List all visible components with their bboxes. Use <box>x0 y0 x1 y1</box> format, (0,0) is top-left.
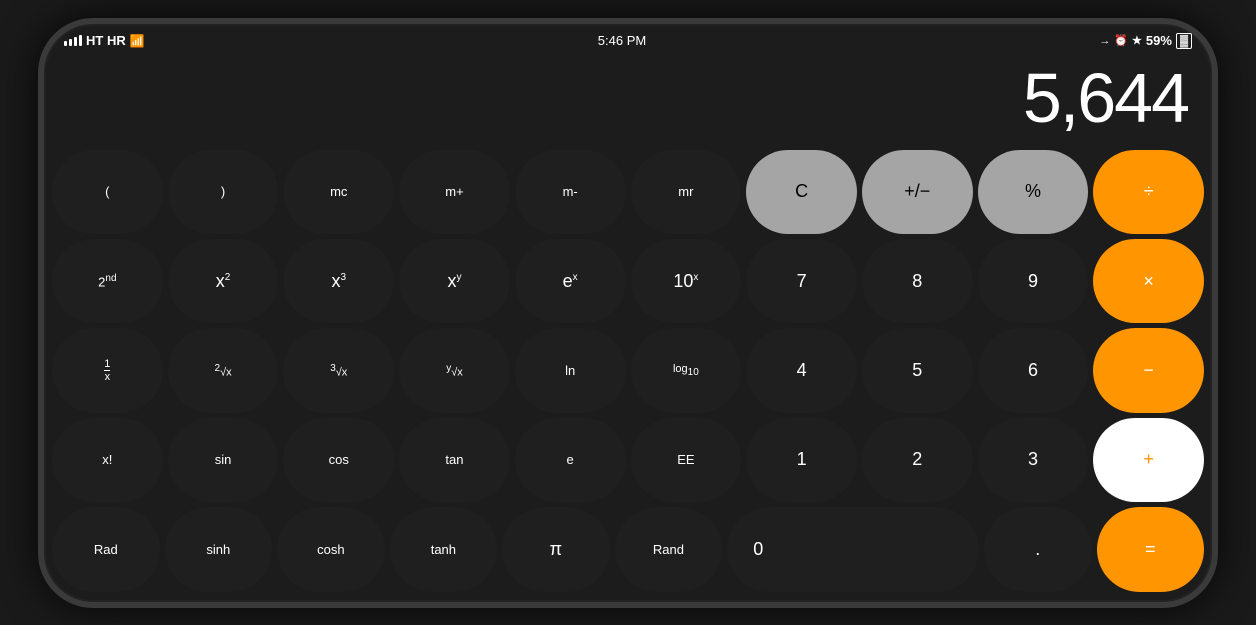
btn-mc[interactable]: mc <box>283 150 394 234</box>
display-value: 5,644 <box>1023 58 1188 138</box>
btn-m-minus[interactable]: m- <box>515 150 626 234</box>
btn-pi[interactable]: π <box>502 507 610 591</box>
btn-ex[interactable]: ex <box>515 239 626 323</box>
btn-x2[interactable]: x2 <box>168 239 279 323</box>
btn-multiply[interactable]: × <box>1093 239 1204 323</box>
status-right: → ⏰ ★ 59% ▓ <box>1099 33 1192 49</box>
btn-2nd[interactable]: 2nd <box>52 239 163 323</box>
calculator-display: 5,644 <box>44 56 1212 146</box>
btn-e[interactable]: e <box>515 418 626 502</box>
carrier-label: HT HR <box>86 33 126 48</box>
btn-factorial[interactable]: x! <box>52 418 163 502</box>
btn-4[interactable]: 4 <box>746 328 857 412</box>
power-button[interactable] <box>1216 224 1218 334</box>
btn-plus-minus[interactable]: +/− <box>862 150 973 234</box>
phone-frame: HT HR 📶 5:46 PM → ⏰ ★ 59% ▓ 5,644 ( ) mc… <box>38 18 1218 608</box>
volume-button[interactable] <box>38 204 40 254</box>
btn-percent[interactable]: % <box>978 150 1089 234</box>
bluetooth-icon: ★ <box>1132 34 1142 47</box>
btn-cos[interactable]: cos <box>283 418 394 502</box>
btn-rad[interactable]: Rad <box>52 507 160 591</box>
btn-ln[interactable]: ln <box>515 328 626 412</box>
battery-label: 59% <box>1146 33 1172 48</box>
btn-cosh[interactable]: cosh <box>277 507 385 591</box>
btn-divide[interactable]: ÷ <box>1093 150 1204 234</box>
btn-decimal[interactable]: . <box>984 507 1092 591</box>
battery-icon: ▓ <box>1176 33 1192 49</box>
wifi-icon: 📶 <box>130 34 145 48</box>
btn-6[interactable]: 6 <box>978 328 1089 412</box>
btn-sinh[interactable]: sinh <box>165 507 273 591</box>
btn-sqrt2[interactable]: 2√x <box>168 328 279 412</box>
btn-xy[interactable]: xy <box>399 239 510 323</box>
button-row-1: ( ) mc m+ m- mr C +/− % ÷ <box>52 150 1204 234</box>
btn-tanh[interactable]: tanh <box>390 507 498 591</box>
btn-9[interactable]: 9 <box>978 239 1089 323</box>
btn-open-paren[interactable]: ( <box>52 150 163 234</box>
btn-1-over-x[interactable]: 1 x <box>52 328 163 412</box>
btn-sin[interactable]: sin <box>168 418 279 502</box>
button-row-3: 1 x 2√x 3√x y√x ln log10 4 5 6 − <box>52 328 1204 412</box>
btn-8[interactable]: 8 <box>862 239 973 323</box>
status-time: 5:46 PM <box>598 33 646 48</box>
btn-sqrt3[interactable]: 3√x <box>283 328 394 412</box>
btn-m-plus[interactable]: m+ <box>399 150 510 234</box>
btn-subtract[interactable]: − <box>1093 328 1204 412</box>
btn-rand[interactable]: Rand <box>615 507 723 591</box>
btn-3[interactable]: 3 <box>978 418 1089 502</box>
btn-add[interactable]: + <box>1093 418 1204 502</box>
location-icon: → <box>1099 35 1110 47</box>
btn-2[interactable]: 2 <box>862 418 973 502</box>
btn-equals[interactable]: = <box>1097 507 1205 591</box>
button-row-2: 2nd x2 x3 xy ex 10x 7 8 9 × <box>52 239 1204 323</box>
alarm-icon: ⏰ <box>1114 34 1128 47</box>
btn-mr[interactable]: mr <box>631 150 742 234</box>
signal-bars-icon <box>64 35 82 46</box>
btn-log10[interactable]: log10 <box>631 328 742 412</box>
btn-sqrty[interactable]: y√x <box>399 328 510 412</box>
btn-close-paren[interactable]: ) <box>168 150 279 234</box>
btn-5[interactable]: 5 <box>862 328 973 412</box>
btn-10x[interactable]: 10x <box>631 239 742 323</box>
btn-x3[interactable]: x3 <box>283 239 394 323</box>
btn-1[interactable]: 1 <box>746 418 857 502</box>
btn-clear[interactable]: C <box>746 150 857 234</box>
calculator-keypad: ( ) mc m+ m- mr C +/− % ÷ 2nd x2 x3 xy e… <box>44 146 1212 602</box>
btn-0[interactable]: 0 <box>727 507 979 591</box>
button-row-5: Rad sinh cosh tanh π Rand 0 . = <box>52 507 1204 591</box>
btn-ee[interactable]: EE <box>631 418 742 502</box>
button-row-4: x! sin cos tan e EE 1 2 3 + <box>52 418 1204 502</box>
btn-7[interactable]: 7 <box>746 239 857 323</box>
status-bar: HT HR 📶 5:46 PM → ⏰ ★ 59% ▓ <box>44 24 1212 56</box>
btn-tan[interactable]: tan <box>399 418 510 502</box>
status-left: HT HR 📶 <box>64 33 145 48</box>
